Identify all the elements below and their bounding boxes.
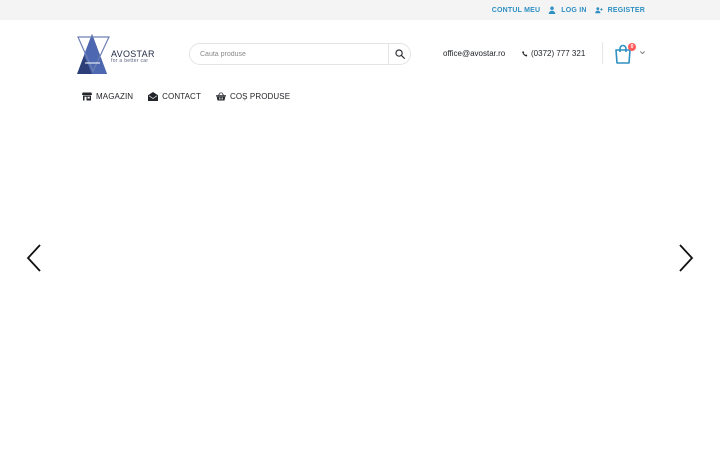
main-navigation: MAGAZIN CONTACT COȘ PRODUSE [82,92,290,101]
nav-item-label: MAGAZIN [96,92,134,101]
user-icon [549,6,556,14]
chevron-down-icon [639,51,646,55]
search-input[interactable] [190,44,388,64]
cart-count-badge: 0 [628,43,636,51]
slider-prev-button[interactable] [26,244,42,272]
cart-dropdown[interactable]: 0 [614,43,650,65]
top-bar: CONTUL MEU LOG IN REGISTER [0,0,720,20]
login-link[interactable]: LOG IN [548,6,586,14]
nav-item-label: COȘ PRODUSE [229,92,291,101]
envelope-open-icon [148,92,159,101]
logo-tagline: for a better car [111,58,149,64]
header-divider [602,42,603,64]
phone-icon [522,50,528,56]
my-account-label: CONTUL MEU [491,6,541,14]
phone-link[interactable]: (0372) 777 321 [522,49,585,58]
basket-icon [215,92,226,101]
my-account-link[interactable]: CONTUL MEU [492,7,541,14]
chevron-right-icon [679,244,694,272]
search-box [189,43,411,65]
login-label: LOG IN [561,6,587,14]
register-link[interactable]: REGISTER [594,6,645,14]
shop-icon [82,92,92,101]
register-label: REGISTER [607,6,645,14]
email-link[interactable]: office@avostar.ro [443,49,505,58]
search-button[interactable] [389,44,411,64]
chevron-left-icon [26,244,41,272]
hero-slider [0,118,720,450]
nav-item-magazin[interactable]: MAGAZIN [82,92,133,101]
nav-item-cos-produse[interactable]: COȘ PRODUSE [215,92,291,101]
user-plus-icon [594,7,603,14]
nav-item-label: CONTACT [162,92,201,101]
slider-next-button[interactable] [678,244,694,272]
phone-number: (0372) 777 321 [531,49,586,58]
nav-item-contact[interactable]: CONTACT [148,92,201,101]
top-bar-links: CONTUL MEU LOG IN REGISTER [492,0,645,20]
search-icon [395,49,405,59]
